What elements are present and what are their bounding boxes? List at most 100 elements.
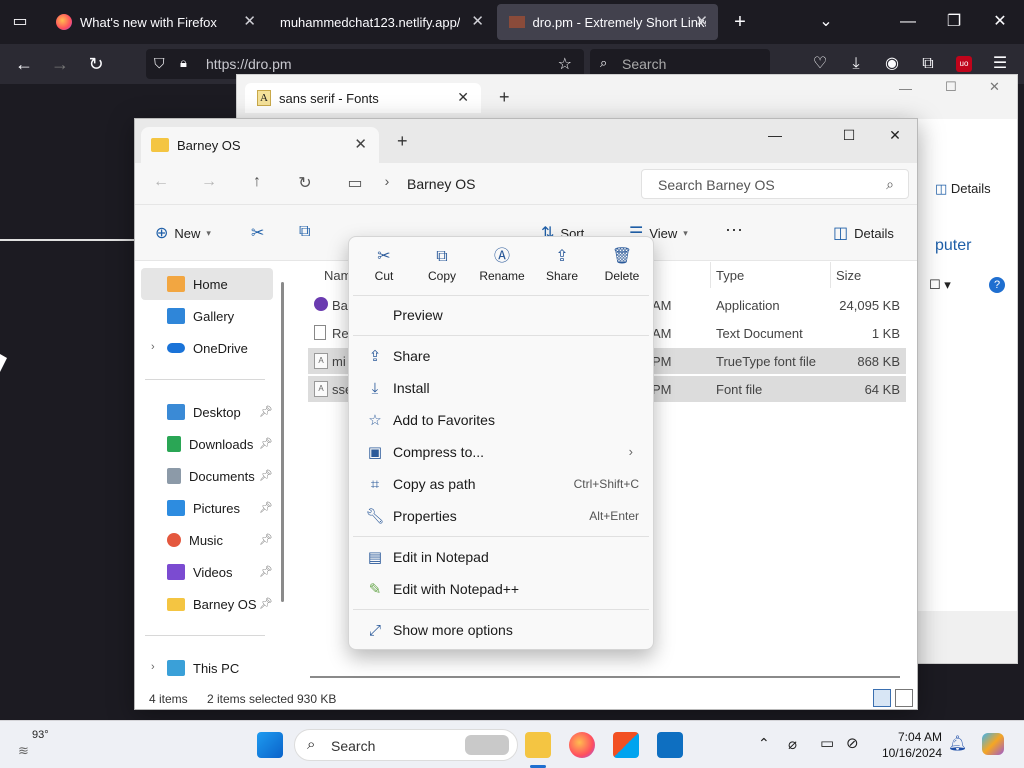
shield-icon[interactable]: ⛉: [154, 55, 165, 72]
tiles-view-icon[interactable]: [895, 689, 913, 707]
share-button[interactable]: ⇪ Share: [533, 243, 591, 295]
new-button[interactable]: ⊕ New ▾: [155, 223, 211, 243]
sidebar-item-home[interactable]: Home: [141, 268, 273, 300]
maximize-icon[interactable]: ☐: [829, 123, 869, 147]
pocket-icon[interactable]: ♡: [810, 54, 830, 74]
copilot-icon[interactable]: [982, 733, 1004, 755]
volume-muted-icon[interactable]: ⊘: [846, 734, 859, 752]
extensions-icon[interactable]: ⧉: [918, 54, 938, 74]
back-arrow-icon[interactable]: ←: [14, 54, 34, 74]
menu-item-show-more-options[interactable]: ⤢ Show more options: [355, 615, 647, 645]
file-explorer-icon[interactable]: [525, 732, 551, 758]
menu-item-add-to-favorites[interactable]: ☆ Add to Favorites: [355, 405, 647, 435]
delete-button[interactable]: 🗑︎ Delete: [593, 243, 651, 295]
back-arrow-icon[interactable]: ←: [149, 173, 173, 191]
pin-icon[interactable]: 📌︎: [259, 597, 273, 610]
more-options-icon[interactable]: ···: [725, 219, 743, 240]
account-icon[interactable]: ◉: [882, 54, 902, 74]
copy-button[interactable]: ⧉ Copy: [413, 243, 471, 295]
menu-item-copy-as-path[interactable]: ⌗ Copy as path Ctrl+Shift+C: [355, 469, 647, 499]
copy-button[interactable]: ⧉: [299, 223, 316, 241]
search-input[interactable]: Search Barney OS ⌕: [641, 169, 909, 199]
vscode-icon[interactable]: [657, 732, 683, 758]
tab-muhammedchat[interactable]: muhammedchat123.netlify.app/ ✕: [268, 4, 494, 40]
sidebar-item-music[interactable]: Music 📌︎: [141, 524, 273, 556]
maximize-icon[interactable]: ☐: [945, 79, 957, 95]
chevron-up-icon[interactable]: ⌃: [758, 735, 770, 752]
minimize-icon[interactable]: —: [755, 123, 795, 147]
downloads-icon[interactable]: ⤓: [846, 54, 866, 74]
menu-hamburger-icon[interactable]: ☰: [990, 54, 1010, 74]
refresh-icon[interactable]: ↻: [293, 173, 317, 193]
details-button[interactable]: ◫ Details: [833, 223, 894, 243]
new-tab-icon[interactable]: +: [397, 131, 408, 152]
minimize-icon[interactable]: —: [898, 12, 918, 32]
firefox-icon[interactable]: [569, 732, 595, 758]
clock[interactable]: 7:04 AM 10/16/2024: [876, 729, 942, 761]
sidebar-scrollbar[interactable]: [281, 282, 284, 602]
tab-whats-new[interactable]: What's new with Firefox ✕: [44, 4, 266, 40]
sidebar-item-this-pc[interactable]: › This PC: [141, 652, 273, 684]
cut-button[interactable]: ✂ Cut: [355, 243, 413, 295]
forward-arrow-icon[interactable]: →: [50, 54, 70, 74]
microsoft-store-icon[interactable]: [613, 732, 639, 758]
ublock-origin-icon[interactable]: uo: [956, 56, 972, 72]
computer-icon[interactable]: ▭: [343, 173, 367, 193]
explorer-tab[interactable]: Barney OS ✕: [141, 127, 379, 163]
pin-icon[interactable]: 📌︎: [259, 405, 273, 418]
menu-item-preview[interactable]: Preview: [355, 300, 647, 330]
close-tab-icon[interactable]: ✕: [471, 12, 484, 30]
expand-chevron-icon[interactable]: ›: [151, 341, 155, 353]
horizontal-scrollbar[interactable]: [310, 676, 900, 678]
sidebar-item-videos[interactable]: Videos 📌︎: [141, 556, 273, 588]
details-toggle[interactable]: ◫ Details: [935, 181, 991, 197]
pin-icon[interactable]: 📌︎: [259, 565, 273, 578]
new-tab-icon[interactable]: +: [730, 12, 750, 32]
pin-icon[interactable]: 📌︎: [259, 533, 273, 546]
menu-item-share[interactable]: ⇪ Share: [355, 341, 647, 371]
menu-item-install[interactable]: ⤓ Install: [355, 373, 647, 403]
close-tab-icon[interactable]: ✕: [457, 89, 469, 106]
view-dropdown-icon[interactable]: ☐ ▾: [929, 277, 951, 293]
forward-arrow-icon[interactable]: →: [197, 173, 221, 191]
firefox-view-icon[interactable]: ▭: [10, 12, 30, 32]
close-tab-icon[interactable]: ✕: [695, 12, 708, 30]
help-icon[interactable]: ?: [989, 277, 1005, 293]
expand-chevron-icon[interactable]: ›: [151, 661, 155, 673]
fonts-tab[interactable]: A sans serif - Fonts ✕: [245, 83, 481, 113]
close-window-icon[interactable]: ✕: [875, 123, 915, 147]
close-window-icon[interactable]: ✕: [989, 79, 1000, 95]
new-tab-icon[interactable]: +: [499, 87, 510, 108]
reload-icon[interactable]: ↻: [86, 54, 106, 74]
pin-icon[interactable]: 📌︎: [259, 501, 273, 514]
sidebar-item-barney-os[interactable]: Barney OS 📌︎: [141, 588, 273, 620]
minimize-icon[interactable]: —: [899, 81, 912, 96]
sidebar-item-desktop[interactable]: Desktop 📌︎: [141, 396, 273, 428]
rename-button[interactable]: Ⓐ Rename: [473, 243, 531, 295]
menu-item-edit-in-notepad[interactable]: ▤ Edit in Notepad: [355, 542, 647, 572]
column-header-type[interactable]: Type: [716, 268, 744, 283]
lock-icon[interactable]: 🔒︎: [180, 55, 187, 71]
sidebar-item-documents[interactable]: Documents 📌︎: [141, 460, 273, 492]
details-view-icon[interactable]: [873, 689, 891, 707]
display-icon[interactable]: ▭: [820, 734, 834, 752]
pin-icon[interactable]: 📌︎: [259, 469, 273, 482]
restore-icon[interactable]: ❐: [944, 12, 964, 32]
column-header-size[interactable]: Size: [836, 268, 861, 283]
bookmark-star-icon[interactable]: ☆: [558, 54, 572, 74]
pin-icon[interactable]: 📌︎: [259, 437, 273, 450]
breadcrumb-chevron-icon[interactable]: ›: [375, 173, 399, 189]
list-tabs-chevron-icon[interactable]: ⌄: [816, 12, 836, 32]
weather-widget[interactable]: ≋ 93°: [18, 729, 58, 761]
column-divider[interactable]: [710, 262, 711, 288]
sidebar-item-pictures[interactable]: Pictures 📌︎: [141, 492, 273, 524]
sidebar-item-downloads[interactable]: Downloads 📌︎: [141, 428, 273, 460]
menu-item-properties[interactable]: 🔧︎ Properties Alt+Enter: [355, 501, 647, 531]
close-window-icon[interactable]: ✕: [990, 12, 1010, 32]
network-icon[interactable]: ⌀: [788, 735, 797, 753]
menu-item-edit-with-notepadpp[interactable]: ✎ Edit with Notepad++: [355, 574, 647, 604]
notification-bell-icon[interactable]: 🔔︎: [948, 734, 967, 752]
close-tab-icon[interactable]: ✕: [243, 12, 256, 30]
close-tab-icon[interactable]: ✕: [354, 135, 367, 153]
menu-item-compress[interactable]: ▣ Compress to... ›: [355, 437, 647, 467]
